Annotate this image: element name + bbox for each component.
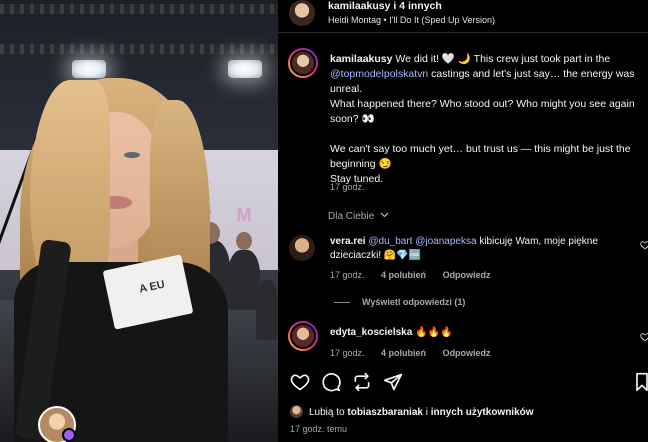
background-person [256, 280, 278, 340]
collab-badge-icon [62, 428, 76, 442]
caption-text: We did it! 🤍 🌙 This crew just took part … [392, 53, 611, 65]
reply-button[interactable]: Odpowiedz [443, 270, 491, 280]
stage-light [228, 60, 262, 78]
comment-meta: 17 godz. 4 polubień Odpowiedz [330, 270, 505, 280]
comment-avatar[interactable] [288, 321, 318, 351]
video-panel[interactable]: P M O A EU [0, 0, 278, 442]
likes-prefix: Lubią to [309, 407, 348, 418]
comment-meta: 17 godz. 4 polubień Odpowiedz [330, 348, 505, 358]
replies-line [334, 302, 350, 304]
likes-summary[interactable]: Lubią to tobiaszbaraniak i innych użytko… [290, 405, 534, 418]
post-timestamp: 17 godz. temu [290, 424, 348, 434]
author-line[interactable]: kamilaakusy i 4 innych [328, 0, 442, 12]
stage-light [72, 60, 106, 78]
music-artist: Heidi Montag [328, 15, 382, 25]
comment-like-heart-icon[interactable] [640, 332, 648, 342]
view-replies-label: Wyświetl odpowiedzi (1) [362, 297, 466, 307]
caption-paragraph: We can't say too much yet… but trust us … [330, 143, 631, 170]
comment-like-heart-icon[interactable] [640, 240, 648, 250]
stage-truss [0, 44, 278, 54]
action-bar [278, 372, 648, 394]
subject-eye [124, 152, 140, 158]
post-details-panel: kamilaakusy i 4 innych Heidi Montag • I'… [278, 0, 648, 442]
reply-button[interactable]: Odpowiedz [443, 348, 491, 358]
chevron-down-icon [380, 212, 389, 218]
background-person-head [236, 232, 252, 250]
comment-body: edyta_koscielska 🔥🔥🔥 [330, 326, 630, 340]
caption-username[interactable]: kamilaakusy [330, 53, 392, 65]
caption-author-avatar[interactable] [288, 48, 318, 78]
likes-middle: i [422, 407, 431, 418]
heart-icon[interactable] [290, 372, 310, 392]
comment-icon[interactable] [321, 372, 341, 392]
repost-icon[interactable] [352, 372, 372, 392]
comment-username[interactable]: edyta_koscielska [330, 327, 412, 338]
stage-truss [0, 4, 278, 14]
post-header: kamilaakusy i 4 innych Heidi Montag • I'… [278, 0, 648, 30]
comment-body: vera.rei @du_bart @joanapeksa kibicuję W… [330, 235, 630, 263]
caption-paragraph: What happened there? Who stood out? Who … [330, 98, 635, 125]
liker-username[interactable]: tobiaszbaraniak [347, 407, 423, 418]
caption-paragraph: Stay tuned. [330, 173, 384, 185]
header-divider [278, 32, 648, 33]
comment-mention[interactable]: @joanapeksa [415, 236, 476, 247]
sort-filter[interactable]: Dla Ciebie [328, 211, 389, 222]
author-avatar[interactable] [289, 0, 315, 26]
caption-mention[interactable]: @topmodelpolskatvn [330, 68, 428, 80]
music-separator: • [383, 15, 387, 25]
comment-mention[interactable]: @du_bart [368, 236, 412, 247]
send-icon[interactable] [383, 372, 403, 392]
music-title: I'll Do It (Sped Up Version) [389, 15, 495, 25]
music-info[interactable]: Heidi Montag • I'll Do It (Sped Up Versi… [328, 15, 495, 25]
comment-username[interactable]: vera.rei [330, 236, 366, 247]
post-caption: kamilaakusy We did it! 🤍 🌙 This crew jus… [330, 52, 646, 187]
likes-others[interactable]: innych użytkowników [431, 407, 534, 418]
comment-time: 17 godz. [330, 348, 365, 358]
comment-likes[interactable]: 4 polubień [381, 348, 426, 358]
comment-time: 17 godz. [330, 270, 365, 280]
comment-likes[interactable]: 4 polubień [381, 270, 426, 280]
caption-time: 17 godz. [330, 182, 365, 192]
bookmark-icon[interactable] [634, 372, 648, 392]
sort-filter-label: Dla Ciebie [328, 211, 375, 222]
comment-avatar[interactable] [289, 235, 315, 261]
liker-avatar [290, 405, 303, 418]
comment-text: 🔥🔥🔥 [412, 327, 453, 338]
view-replies[interactable]: Wyświetl odpowiedzi (1) [334, 297, 465, 307]
